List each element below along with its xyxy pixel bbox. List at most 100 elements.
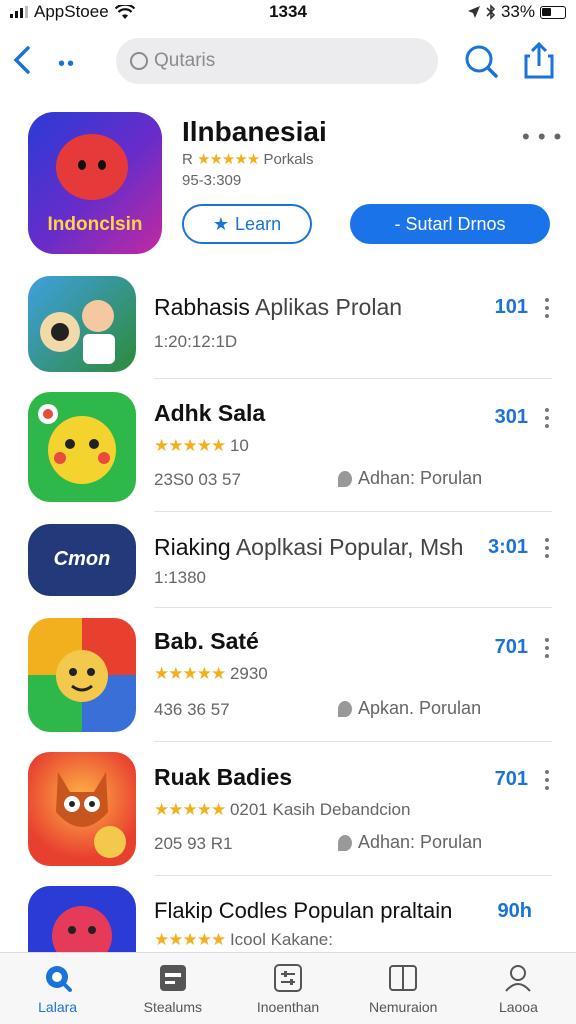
tab-bar: Lalara Stealums Inoenthan Nemuraion Laoo… <box>0 952 576 1024</box>
card-icon <box>159 965 186 991</box>
leaf-icon <box>338 834 352 851</box>
status-bar: AppStoee 1334 33% <box>0 0 576 26</box>
app-title-rest: Aoplkasi Popular, Msh <box>235 534 464 560</box>
tab-label: Lalara <box>38 999 78 1015</box>
monkey-character-icon <box>56 650 108 702</box>
camera-character-icon <box>40 300 115 364</box>
app-icon <box>28 276 136 372</box>
app-category: Adhan: Porulan <box>338 832 482 853</box>
app-title: Bab. Saté <box>154 628 259 654</box>
app-icon-text: Cmon <box>53 548 111 570</box>
more-dots-icon[interactable]: •• <box>58 54 76 74</box>
app-count: 701 <box>494 768 528 790</box>
app-count: 3:01 <box>487 536 528 558</box>
tab-label: Inoenthan <box>256 999 320 1015</box>
bluetooth-icon <box>486 4 496 20</box>
app-icon <box>28 392 136 502</box>
yellow-cat-icon <box>38 404 116 484</box>
app-meta: 436 36 57 <box>154 700 230 719</box>
book-icon <box>389 965 418 991</box>
list-item[interactable]: Ruak Badies ★★★★★ 0201 Kasih Debandcion … <box>0 742 576 876</box>
tab-label: Laooa <box>498 999 538 1015</box>
app-title: Ruak Badies <box>154 764 293 790</box>
app-subtitle: 1:1380 <box>154 568 206 587</box>
list-item[interactable]: Flakip Codles Populan praltain ★★★★★ Ico… <box>0 876 576 952</box>
more-vertical-icon[interactable] <box>542 770 552 790</box>
app-title: Rabhasis Aplikas Prolan <box>154 294 402 321</box>
learn-button-label: Learn <box>235 213 282 234</box>
rating-count: 10 <box>229 436 249 455</box>
app-icon <box>28 618 136 732</box>
sliders-icon <box>274 964 302 992</box>
tab-label: Nemuraion <box>368 999 438 1015</box>
list-item[interactable]: Rabhasis Aplikas Prolan 1:20:12:1D 101 <box>0 270 576 380</box>
app-title: Adhk Sala <box>154 400 266 426</box>
more-vertical-icon[interactable] <box>542 298 552 318</box>
search-field-icon <box>130 52 148 70</box>
tab-laooa[interactable]: Laooa <box>461 953 576 1024</box>
app-count: 701 <box>494 636 528 658</box>
list-item[interactable]: Cmon Riaking Aoplkasi Popular, Msh 1:138… <box>0 512 576 608</box>
person-icon <box>505 965 532 992</box>
featured-app-icon[interactable]: Indonclsin <box>28 112 162 254</box>
learn-button[interactable]: ★ Learn <box>182 204 312 244</box>
app-category: Adhan: Porulan <box>338 468 482 489</box>
status-right: 33% <box>467 2 566 22</box>
tab-stealums[interactable]: Stealums <box>115 953 230 1024</box>
battery-icon <box>540 5 566 19</box>
app-rating: ★★★★★ 2930 <box>154 664 268 684</box>
tab-inoenthan[interactable]: Inoenthan <box>230 953 345 1024</box>
featured-app-brand: Indonclsin <box>47 214 143 235</box>
app-title: Riaking Aoplkasi Popular, Msh <box>154 534 463 561</box>
location-icon <box>467 6 480 18</box>
category-label: Adhan: Porulan <box>358 832 483 852</box>
app-subtitle: 1:20:12:1D <box>154 332 238 351</box>
rating-label: Icool Kakane: <box>229 930 333 949</box>
featured-app: Indonclsin Ilnbanesiai • • • R ★★★★★ Por… <box>0 110 576 260</box>
search-input[interactable]: Qutaris <box>116 38 438 84</box>
rating-stars: ★★★★★ <box>154 800 226 819</box>
list-item[interactable]: Bab. Saté ★★★★★ 2930 436 36 57 Apkan. Po… <box>0 608 576 742</box>
app-rating: ★★★★★ Icool Kakane: <box>154 930 333 950</box>
featured-app-title: Ilnbanesiai <box>182 116 327 147</box>
share-icon[interactable] <box>522 40 556 80</box>
tab-search[interactable]: Lalara <box>0 953 115 1024</box>
app-count: 90h <box>497 900 532 922</box>
mascot-face-icon <box>56 134 128 200</box>
app-title-main: Rabhasis <box>154 294 250 320</box>
rating-stars: ★★★★★ <box>154 436 226 455</box>
rating-stars: ★★★★★ <box>197 151 260 168</box>
app-meta: 205 93 R1 <box>154 834 233 853</box>
more-vertical-icon[interactable] <box>542 638 552 658</box>
search-icon[interactable] <box>462 42 500 80</box>
back-chevron-icon[interactable] <box>8 42 38 78</box>
rating-stars: ★★★★★ <box>154 664 226 683</box>
app-rating: ★★★★★ 10 <box>154 436 249 456</box>
app-title: Flakip Codles Populan praltain <box>154 898 453 923</box>
app-meta: 23S0 03 57 <box>154 470 241 489</box>
more-vertical-icon[interactable] <box>542 538 552 558</box>
app-count: 301 <box>494 406 528 428</box>
tab-label: Stealums <box>143 999 202 1015</box>
featured-rating: R ★★★★★ Porkals <box>182 150 313 168</box>
app-icon: Cmon <box>28 524 136 596</box>
leaf-icon <box>338 700 352 717</box>
star-icon: ★ <box>212 213 230 234</box>
app-icon <box>28 886 136 952</box>
category-label: Adhan: Porulan <box>358 468 483 488</box>
primary-action-button[interactable]: - Sutarl Drnos <box>350 204 550 244</box>
featured-more-icon[interactable]: • • • <box>522 124 562 150</box>
rating-count: 0201 Kasih Debandcion <box>229 800 411 819</box>
leaf-icon <box>338 470 352 487</box>
app-count: 101 <box>494 296 528 318</box>
list-item[interactable]: Adhk Sala ★★★★★ 10 23S0 03 57 Adhan: Por… <box>0 380 576 512</box>
fox-character-icon <box>56 772 126 858</box>
divider <box>154 378 552 379</box>
app-title-rest: Aplikas Prolan <box>255 294 403 320</box>
battery-percent: 33% <box>500 2 535 21</box>
category-label: Apkan. Porulan <box>358 698 482 718</box>
app-icon <box>28 752 136 866</box>
more-vertical-icon[interactable] <box>542 408 552 428</box>
nav-bar: •• Qutaris <box>0 30 576 94</box>
tab-nemuraion[interactable]: Nemuraion <box>346 953 461 1024</box>
